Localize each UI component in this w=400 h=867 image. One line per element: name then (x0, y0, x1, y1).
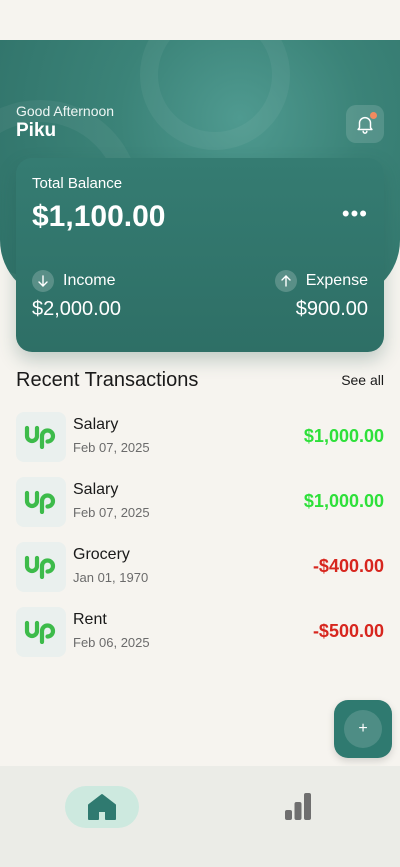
more-options-icon[interactable]: ••• (342, 203, 368, 225)
transaction-item[interactable]: Rent Feb 06, 2025 -$500.00 (16, 607, 384, 657)
transaction-amount: $1,000.00 (303, 491, 384, 511)
arrow-up-icon (274, 270, 297, 292)
upwork-logo-icon (16, 542, 66, 592)
transaction-name: Salary (73, 481, 119, 498)
transaction-date: Jan 01, 1970 (73, 570, 149, 585)
transaction-name: Salary (73, 416, 119, 433)
transaction-item[interactable]: Grocery Jan 01, 1970 -$400.00 (16, 542, 384, 592)
transaction-item[interactable]: Salary Feb 07, 2025 $1,000.00 (16, 477, 384, 527)
transaction-amount: -$400.00 (312, 556, 384, 576)
add-transaction-button[interactable]: + (334, 700, 392, 758)
upwork-logo-icon (16, 607, 66, 657)
transaction-name: Grocery (73, 546, 130, 563)
transaction-date: Feb 07, 2025 (73, 505, 150, 520)
username: Piku (16, 120, 57, 141)
upwork-logo-icon (16, 412, 66, 462)
expense-label: Expense (305, 272, 368, 289)
arrow-down-icon (32, 270, 54, 292)
transaction-amount: $1,000.00 (303, 426, 384, 446)
expense-summary: Expense (274, 270, 368, 292)
transaction-name: Rent (73, 611, 107, 628)
total-balance-label: Total Balance (32, 175, 123, 192)
plus-icon: + (344, 710, 382, 748)
notification-button[interactable] (346, 105, 384, 143)
income-summary: Income (32, 270, 115, 292)
see-all-link[interactable]: See all (341, 372, 384, 388)
transaction-date: Feb 06, 2025 (73, 635, 150, 650)
transaction-amount: -$500.00 (312, 621, 384, 641)
income-label: Income (63, 272, 116, 289)
recent-transactions-title: Recent Transactions (16, 369, 199, 391)
notification-dot (370, 112, 377, 119)
nav-stats-button[interactable] (280, 788, 316, 824)
home-icon (88, 794, 116, 820)
upwork-logo-icon (16, 477, 66, 527)
nav-home-button[interactable] (65, 786, 139, 828)
balance-card: Total Balance $1,100.00 ••• Income $2,00… (16, 158, 384, 352)
transaction-date: Feb 07, 2025 (73, 440, 150, 455)
income-amount: $2,000.00 (32, 298, 121, 320)
bar-chart-icon (285, 793, 311, 820)
expense-amount: $900.00 (295, 298, 368, 320)
transaction-item[interactable]: Salary Feb 07, 2025 $1,000.00 (16, 412, 384, 462)
bottom-navigation (0, 766, 400, 867)
total-balance-amount: $1,100.00 (32, 200, 166, 233)
greeting-text: Good Afternoon (16, 103, 115, 119)
